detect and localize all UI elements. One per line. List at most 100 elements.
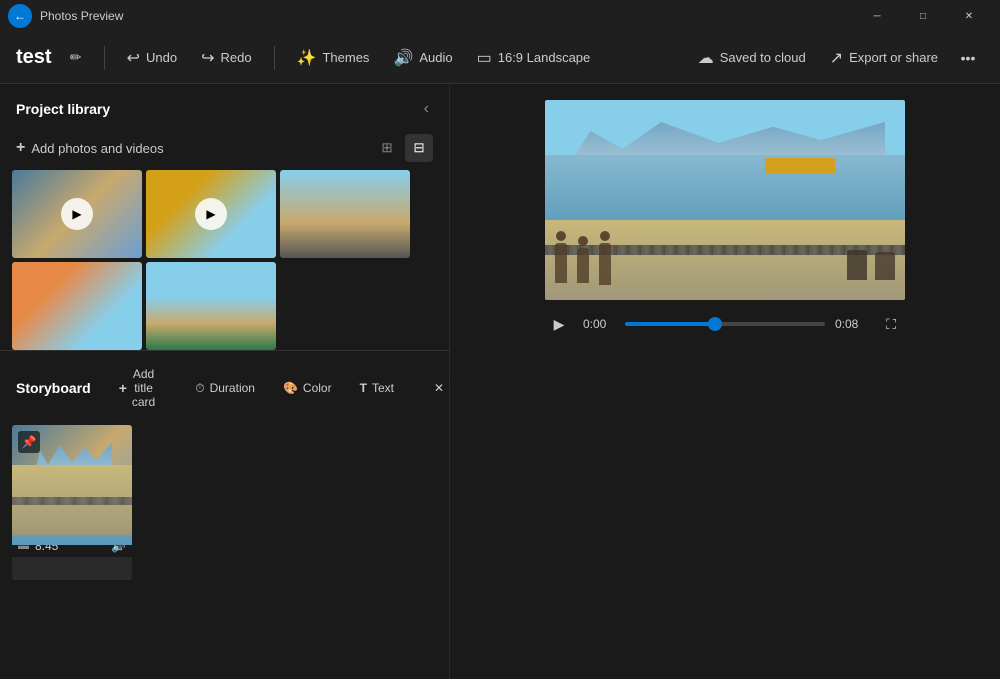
audio-label: Audio bbox=[419, 50, 452, 65]
grid-view-icon: ⊞ bbox=[381, 140, 392, 156]
storyboard-header: Storyboard + Add title card ⏱ Duration 🎨… bbox=[0, 359, 449, 421]
right-panel: ▶ 0:00 0:08 ⛶ bbox=[450, 84, 1000, 679]
aspect-ratio-button[interactable]: ▭ 16:9 Landscape bbox=[467, 44, 601, 72]
undo-icon: ↩ bbox=[127, 48, 140, 68]
add-title-icon: + bbox=[119, 380, 127, 396]
audio-icon: 🔊 bbox=[393, 48, 413, 68]
boat-shape bbox=[765, 158, 835, 174]
left-panel: Project library ‹ + Add photos and video… bbox=[0, 84, 450, 679]
people-silhouettes bbox=[555, 243, 611, 285]
grid-view-button[interactable]: ⊞ bbox=[373, 134, 401, 162]
collapse-button[interactable]: ‹ bbox=[420, 96, 433, 122]
more-options-button[interactable]: ••• bbox=[952, 42, 984, 74]
maximize-button[interactable]: □ bbox=[900, 0, 946, 32]
add-icon: + bbox=[16, 139, 25, 157]
progress-bar[interactable] bbox=[625, 322, 825, 326]
seated-person-2 bbox=[875, 252, 895, 280]
media-thumbnail-4[interactable] bbox=[12, 262, 142, 350]
seated-people bbox=[847, 250, 895, 280]
toolbar-right: ☁ Saved to cloud ↗ Export or share ••• bbox=[688, 42, 984, 74]
app-name: Photos Preview bbox=[40, 9, 123, 23]
time-total: 0:08 bbox=[835, 317, 867, 331]
pin-icon: 📌 bbox=[18, 431, 40, 453]
aspect-label: 16:9 Landscape bbox=[498, 50, 591, 65]
duration-label: Duration bbox=[210, 381, 255, 395]
divider-1 bbox=[104, 46, 105, 70]
project-title: test bbox=[16, 46, 52, 69]
themes-label: Themes bbox=[322, 50, 369, 65]
play-overlay-2[interactable]: ▶ bbox=[195, 198, 227, 230]
duration-button[interactable]: ⏱ Duration bbox=[187, 377, 263, 400]
add-title-card-button[interactable]: + Add title card bbox=[111, 363, 164, 413]
edit-title-button[interactable]: ✏ bbox=[60, 42, 92, 74]
person-2 bbox=[577, 248, 589, 283]
redo-icon: ↪ bbox=[201, 48, 214, 68]
storyboard-title: Storyboard bbox=[16, 380, 91, 396]
playback-controls: ▶ 0:00 0:08 ⛶ bbox=[545, 310, 905, 338]
media-thumbnail-1[interactable]: ▶ bbox=[12, 170, 142, 258]
seated-person-1 bbox=[847, 250, 867, 280]
title-bar: ← Photos Preview ─ □ ✕ bbox=[0, 0, 1000, 32]
export-button[interactable]: ↗ Export or share bbox=[820, 44, 948, 72]
color-icon: 🎨 bbox=[283, 381, 298, 395]
themes-button[interactable]: ✨ Themes bbox=[287, 44, 380, 72]
export-label: Export or share bbox=[849, 50, 938, 65]
edit-icon: ✏ bbox=[70, 49, 82, 66]
main-content: Project library ‹ + Add photos and video… bbox=[0, 84, 1000, 679]
list-view-button[interactable]: ⊟ bbox=[405, 134, 433, 162]
add-media-row: + Add photos and videos ⊞ ⊟ bbox=[0, 130, 449, 170]
media-thumbnail-2[interactable]: ▶ bbox=[146, 170, 276, 258]
back-button[interactable]: ← bbox=[8, 4, 32, 28]
storyboard-section: Storyboard + Add title card ⏱ Duration 🎨… bbox=[0, 350, 449, 679]
fullscreen-button[interactable]: ⛶ bbox=[877, 310, 905, 338]
storyboard-items: 📌 ▬ 8.45 🔊 bbox=[0, 421, 449, 584]
close-button[interactable]: ✕ bbox=[946, 0, 992, 32]
progress-thumb[interactable] bbox=[708, 317, 722, 331]
text-button[interactable]: T Text bbox=[352, 377, 402, 399]
undo-label: Undo bbox=[146, 50, 177, 65]
video-chain bbox=[12, 497, 132, 505]
progress-fill bbox=[625, 322, 715, 326]
duration-icon: ⏱ bbox=[195, 381, 204, 396]
more-icon: ••• bbox=[961, 50, 976, 66]
person-1 bbox=[555, 243, 567, 283]
export-icon: ↗ bbox=[830, 48, 843, 68]
person-3 bbox=[599, 243, 611, 285]
time-current: 0:00 bbox=[583, 317, 615, 331]
video-background bbox=[545, 100, 905, 300]
undo-button[interactable]: ↩ Undo bbox=[117, 44, 187, 72]
themes-icon: ✨ bbox=[297, 48, 317, 68]
text-label: Text bbox=[372, 381, 394, 395]
add-title-label: Add title card bbox=[132, 367, 155, 409]
redo-label: Redo bbox=[220, 50, 251, 65]
aspect-icon: ▭ bbox=[477, 48, 492, 68]
divider-2 bbox=[274, 46, 275, 70]
minimize-button[interactable]: ─ bbox=[854, 0, 900, 32]
play-overlay-1[interactable]: ▶ bbox=[61, 198, 93, 230]
color-label: Color bbox=[303, 381, 332, 395]
video-preview bbox=[545, 100, 905, 300]
text-icon: T bbox=[360, 381, 367, 395]
cloud-icon: ☁ bbox=[698, 48, 714, 68]
media-thumbnail-3[interactable] bbox=[280, 170, 410, 258]
add-media-label: Add photos and videos bbox=[31, 141, 163, 156]
window-controls: ─ □ ✕ bbox=[854, 0, 992, 32]
project-library-title: Project library bbox=[16, 101, 110, 117]
redo-button[interactable]: ↪ Redo bbox=[191, 44, 261, 72]
title-bar-left: ← Photos Preview bbox=[8, 4, 123, 28]
view-toggle: ⊞ ⊟ bbox=[373, 134, 433, 162]
add-media-button[interactable]: + Add photos and videos bbox=[16, 139, 164, 157]
cloud-label: Saved to cloud bbox=[720, 50, 806, 65]
play-button[interactable]: ▶ bbox=[545, 310, 573, 338]
audio-button[interactable]: 🔊 Audio bbox=[383, 44, 462, 72]
cloud-save-button[interactable]: ☁ Saved to cloud bbox=[688, 44, 816, 72]
storyboard-item-1[interactable]: 📌 ▬ 8.45 🔊 bbox=[12, 425, 132, 580]
toolbar: test ✏ ↩ Undo ↪ Redo ✨ Themes 🔊 Audio ▭ … bbox=[0, 32, 1000, 84]
color-button[interactable]: 🎨 Color bbox=[275, 377, 340, 399]
thumbnail-grid: ▶ ▶ bbox=[0, 170, 449, 350]
media-thumbnail-5[interactable] bbox=[146, 262, 276, 350]
storyboard-thumb-1: 📌 bbox=[12, 425, 132, 535]
list-view-icon: ⊟ bbox=[413, 140, 424, 156]
remove-icon: ✕ bbox=[434, 381, 444, 395]
project-library-header: Project library ‹ bbox=[0, 84, 449, 130]
